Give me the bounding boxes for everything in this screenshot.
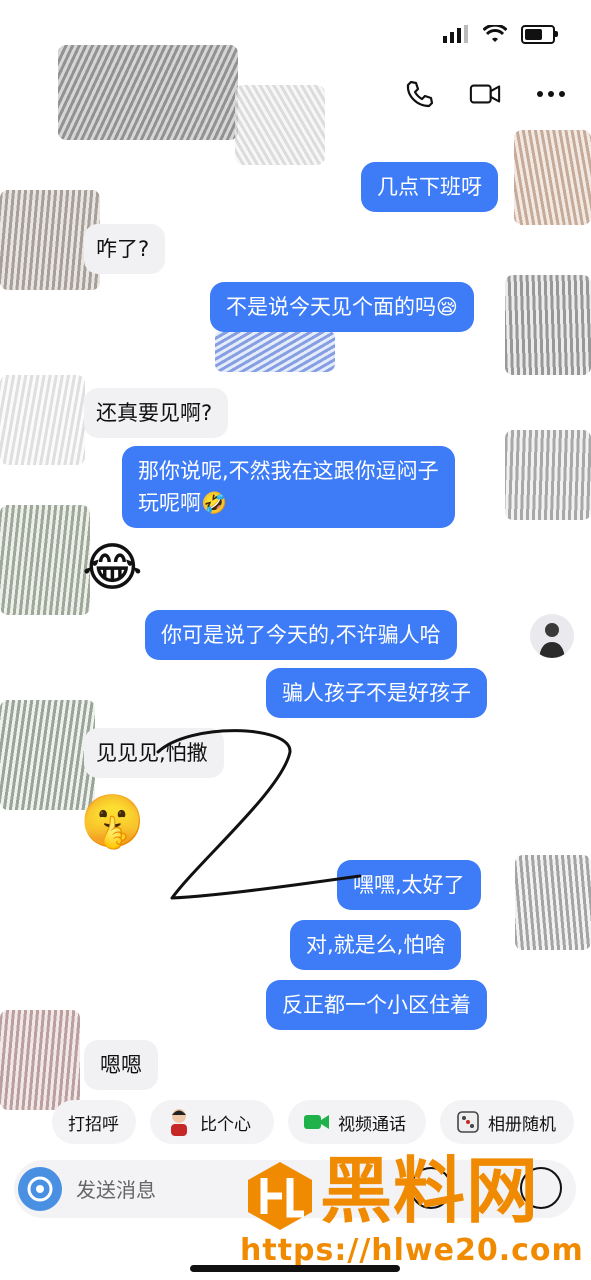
chip-label: 比个心	[200, 1114, 251, 1135]
quick-action-video-call[interactable]: 视频通话	[288, 1100, 426, 1144]
chip-label: 视频通话	[338, 1114, 406, 1135]
message-input[interactable]: 发送消息	[76, 1174, 156, 1203]
video-camera-icon	[304, 1115, 329, 1129]
home-indicator	[190, 1265, 400, 1272]
chip-label: 相册随机	[488, 1114, 556, 1135]
watermark: 黑料网 https://hlwe20.com	[240, 1150, 585, 1270]
watermark-brand: 黑料网	[320, 1149, 540, 1233]
quick-action-say-hi[interactable]: 打招呼	[52, 1100, 136, 1144]
avatar-sticker-icon	[171, 1109, 187, 1136]
voice-icon[interactable]	[18, 1167, 62, 1211]
quick-action-album-random[interactable]: 相册随机	[440, 1100, 574, 1144]
dice-icon	[457, 1111, 479, 1133]
watermark-url: https://hlwe20.com	[240, 1233, 584, 1268]
chip-label: 打招呼	[68, 1114, 119, 1135]
hand-drawn-annotation	[156, 729, 362, 900]
quick-action-heart[interactable]: 比个心	[150, 1100, 274, 1144]
watermark-logo	[248, 1162, 312, 1230]
